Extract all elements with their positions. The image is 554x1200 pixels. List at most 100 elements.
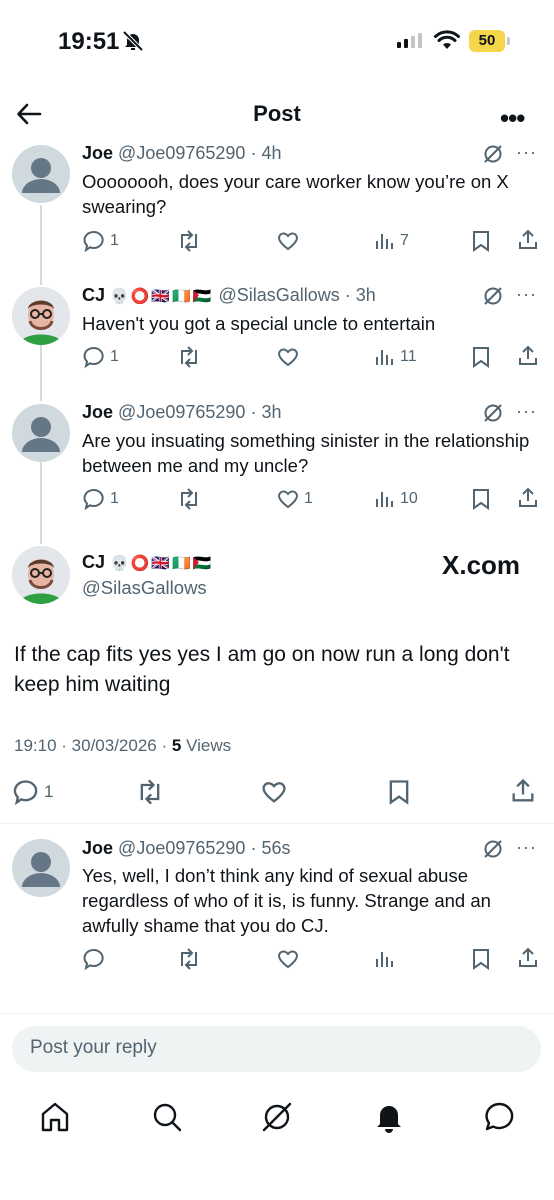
status-time: 19:51 [58, 28, 120, 55]
like-button[interactable]: 1 [276, 487, 313, 511]
reply-button[interactable]: 1 [82, 345, 119, 369]
reply-button[interactable] [82, 947, 106, 971]
name-emojis: 💀⭕🇬🇧🇮🇪🇵🇸 [110, 288, 214, 305]
share-button[interactable] [516, 486, 540, 510]
silent-mode-icon [122, 30, 144, 57]
post-age: 3h [261, 402, 282, 422]
share-button[interactable] [516, 344, 540, 368]
avatar[interactable] [12, 839, 70, 897]
author-handle[interactable]: @SilasGallows [82, 577, 207, 599]
views-count: 10 [400, 490, 418, 507]
grok-icon[interactable] [260, 1100, 294, 1139]
reply-count: 1 [44, 782, 54, 801]
bookmark-button[interactable] [470, 345, 492, 369]
grok-icon[interactable] [482, 285, 504, 312]
repost-button[interactable] [177, 487, 201, 511]
author-handle[interactable]: @Joe09765290 [118, 838, 245, 858]
more-icon[interactable]: ••• [500, 103, 525, 134]
search-icon[interactable] [150, 1100, 184, 1139]
views-count: 7 [400, 232, 409, 249]
more-icon[interactable]: ··· [516, 284, 537, 305]
post-age: 56s [261, 838, 291, 858]
repost-button[interactable] [177, 229, 201, 253]
reply-button[interactable]: 1 [82, 229, 119, 253]
avatar[interactable] [12, 546, 70, 604]
thread-line [40, 205, 42, 285]
repost-button[interactable] [177, 345, 201, 369]
tweet-text: Oooooooh, does your care worker know you… [82, 171, 509, 217]
like-button[interactable] [276, 345, 300, 369]
tweet-header: Joe @Joe09765290 · 3h [82, 402, 282, 422]
more-icon[interactable]: ··· [516, 142, 537, 163]
grok-icon[interactable] [482, 402, 504, 429]
bookmark-button[interactable] [470, 229, 492, 253]
post-text: If the cap fits yes yes I am go on now r… [14, 643, 510, 696]
thread-line [40, 462, 42, 544]
divider [0, 823, 554, 824]
share-button[interactable] [509, 777, 537, 805]
author-handle[interactable]: @Joe09765290 [118, 143, 245, 163]
more-icon[interactable]: ··· [516, 401, 537, 422]
tweet-header: CJ 💀⭕🇬🇧🇮🇪🇵🇸 @SilasGallows · 3h [82, 285, 376, 305]
author-handle[interactable]: @Joe09765290 [118, 402, 245, 422]
avatar[interactable] [12, 145, 70, 203]
divider [0, 1013, 554, 1014]
thread-line [40, 345, 42, 401]
reply-count: 1 [110, 490, 119, 507]
notifications-icon[interactable] [372, 1100, 406, 1139]
views-label[interactable]: Views [186, 736, 231, 755]
share-button[interactable] [516, 946, 540, 970]
like-button[interactable] [276, 229, 300, 253]
bookmark-button[interactable] [470, 487, 492, 511]
share-button[interactable] [516, 228, 540, 252]
wifi-icon [434, 30, 460, 55]
avatar[interactable] [12, 404, 70, 462]
author-name[interactable]: Joe [82, 402, 113, 422]
post-age: 4h [261, 143, 282, 163]
messages-icon[interactable] [482, 1100, 516, 1139]
author-name[interactable]: CJ [82, 552, 105, 572]
like-button[interactable] [276, 947, 300, 971]
post-date: 30/03/2026 [71, 736, 157, 755]
post-meta: 19:10 · 30/03/2026 · 5 Views [14, 736, 232, 755]
home-icon[interactable] [38, 1100, 72, 1139]
views-count: 5 [171, 736, 182, 755]
views-button[interactable]: 7 [374, 229, 409, 253]
reply-count: 1 [110, 232, 119, 249]
views-button[interactable]: 10 [374, 487, 418, 511]
post-time: 19:10 [14, 736, 57, 755]
grok-icon[interactable] [482, 838, 504, 865]
bookmark-button[interactable] [386, 778, 412, 806]
more-icon[interactable]: ··· [516, 837, 537, 858]
reply-placeholder: Post your reply [30, 1037, 157, 1058]
repost-button[interactable] [136, 778, 164, 806]
like-count: 1 [304, 490, 313, 507]
reply-button[interactable]: 1 [82, 487, 119, 511]
grok-icon[interactable] [482, 143, 504, 170]
views-button[interactable]: 11 [374, 345, 417, 369]
tweet-header: Joe @Joe09765290 · 4h [82, 143, 282, 163]
author-name[interactable]: CJ [82, 285, 105, 305]
name-emojis: 💀⭕🇬🇧🇮🇪🇵🇸 [110, 555, 214, 572]
avatar[interactable] [12, 287, 70, 345]
author-name[interactable]: Joe [82, 838, 113, 858]
author-name[interactable]: Joe [82, 143, 113, 163]
battery-tip [507, 37, 510, 45]
bookmark-button[interactable] [470, 947, 492, 971]
author-handle[interactable]: @SilasGallows [218, 285, 339, 305]
reply-button[interactable]: 1 [12, 778, 53, 806]
tweet-text: Yes, well, I don’t think any kind of sex… [82, 865, 491, 936]
battery-indicator: 50 [469, 30, 505, 52]
reply-count: 1 [110, 348, 119, 365]
views-count: 11 [400, 348, 417, 365]
tweet-text: Are you insuating something sinister in … [82, 430, 530, 476]
repost-button[interactable] [177, 947, 201, 971]
page-title: Post [253, 101, 301, 126]
author-name-row: CJ 💀⭕🇬🇧🇮🇪🇵🇸 [82, 552, 213, 573]
like-button[interactable] [260, 778, 288, 806]
views-button[interactable] [374, 947, 396, 971]
post-age: 3h [355, 285, 376, 305]
xcom-watermark: X.com [442, 550, 521, 580]
cell-signal-icon [397, 33, 422, 48]
tweet-text: Haven't you got a special uncle to enter… [82, 313, 436, 334]
